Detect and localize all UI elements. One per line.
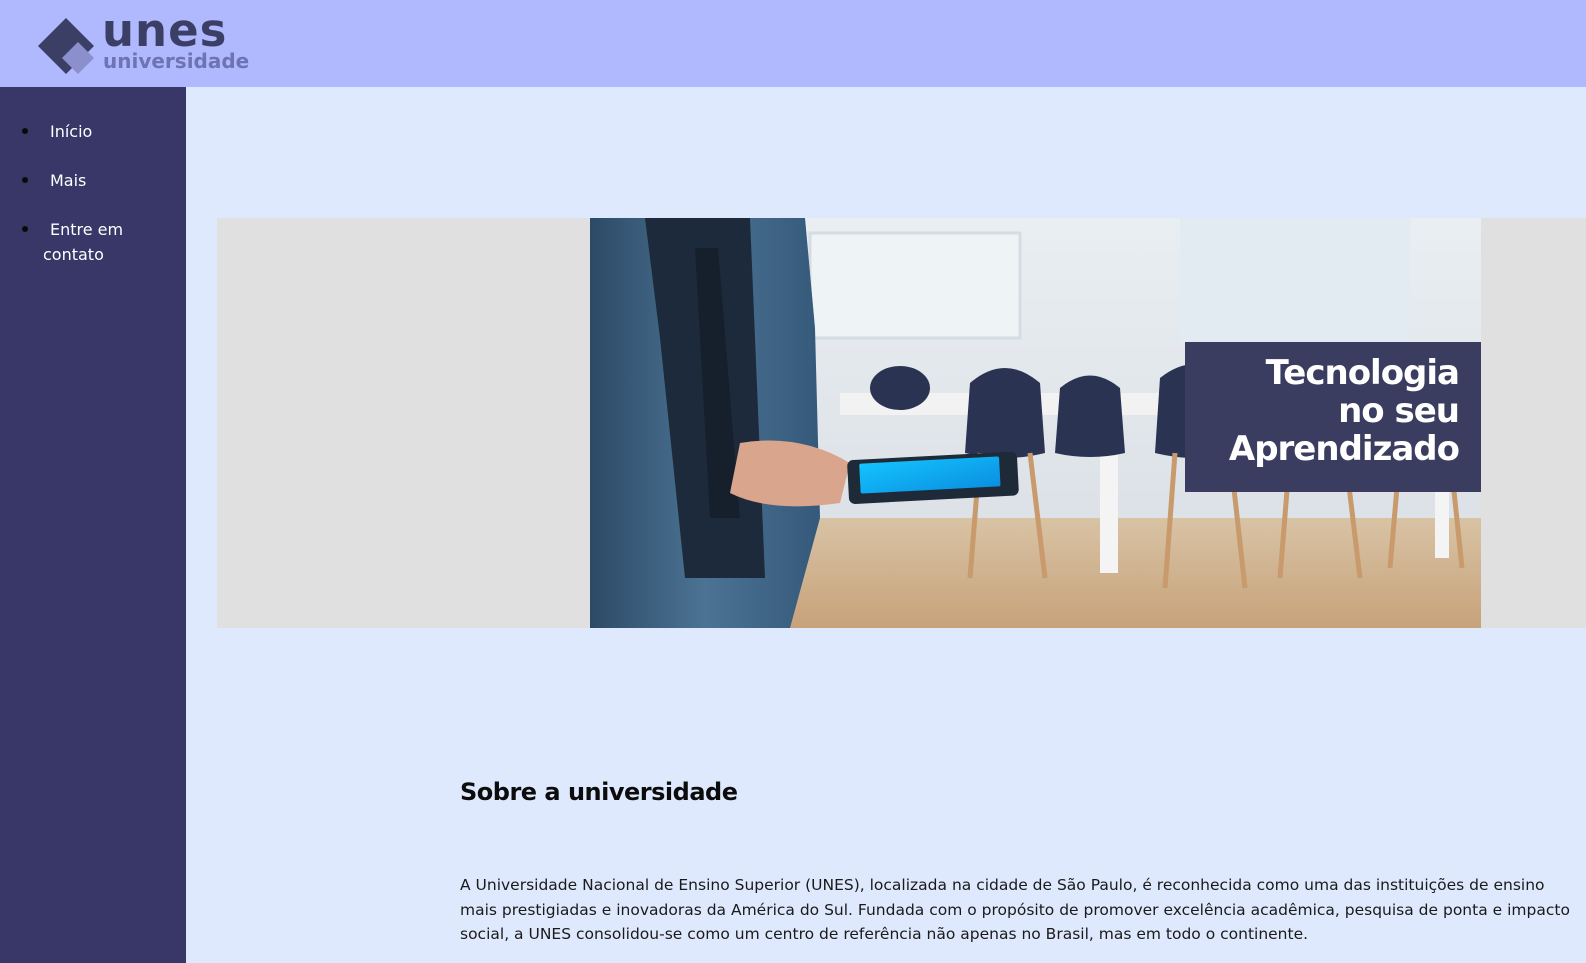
nav-item-contato[interactable]: Entre em contato xyxy=(22,217,172,267)
bullet-icon xyxy=(22,127,28,134)
about-text: A Universidade Nacional de Ensino Superi… xyxy=(460,876,1570,944)
hero-banner: Tecnologia no seu Aprendizado xyxy=(217,218,1586,628)
site-logo[interactable]: unes universidade xyxy=(36,8,266,76)
logo-diamond-icon xyxy=(38,18,94,74)
site-header: unes universidade xyxy=(0,0,1586,87)
banner-caption-line: Aprendizado xyxy=(1228,429,1460,469)
bullet-icon xyxy=(22,225,28,232)
banner-image: Tecnologia no seu Aprendizado xyxy=(590,218,1481,628)
nav-item-label[interactable]: Mais xyxy=(50,171,86,190)
about-title: Sobre a universidade xyxy=(460,778,738,806)
nav-item-mais[interactable]: Mais xyxy=(22,168,172,193)
nav-item-label-continued[interactable]: contato xyxy=(22,242,172,267)
bullet-icon xyxy=(22,176,28,183)
banner-caption-line: Tecnologia xyxy=(1265,353,1460,393)
logo-wordmark: unes xyxy=(102,4,228,57)
nav-item-label[interactable]: Início xyxy=(50,122,92,141)
banner-caption: Tecnologia no seu Aprendizado xyxy=(1185,342,1481,492)
sidebar-nav: Início Mais Entre em contato xyxy=(0,87,186,963)
nav-item-inicio[interactable]: Início xyxy=(22,119,172,144)
logo-subtitle: universidade xyxy=(103,49,250,73)
banner-caption-line: no seu xyxy=(1338,391,1460,431)
nav-item-label[interactable]: Entre em xyxy=(50,220,123,239)
